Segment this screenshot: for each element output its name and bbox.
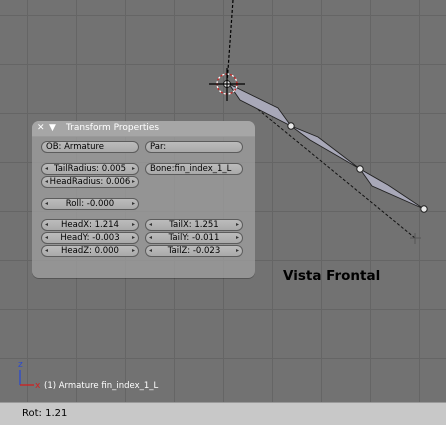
head-y-value: HeadY: -0.003 [60,233,120,243]
bone-3[interactable] [359,168,425,210]
tail-radius-field[interactable]: ◂ TailRadius: 0.005 ▸ [41,163,139,175]
decrement-arrow-icon[interactable]: ◂ [149,220,152,230]
bone-name-field[interactable]: Bone:fin_index_1_L [145,163,243,175]
panel-header[interactable]: ✕ ▼ Transform Properties [32,121,255,137]
increment-arrow-icon[interactable]: ▸ [132,177,135,187]
header-bar: Rot: 1.21 [0,402,446,425]
bone-2[interactable] [290,125,361,170]
increment-arrow-icon[interactable]: ▸ [132,164,135,174]
decrement-arrow-icon[interactable]: ◂ [45,233,48,243]
view-annotation-label: Vista Frontal [283,268,381,284]
decrement-arrow-icon[interactable]: ◂ [45,164,48,174]
tail-x-value: TailX: 1.251 [169,220,219,230]
increment-arrow-icon[interactable]: ▸ [236,220,239,230]
head-x-value: HeadX: 1.214 [61,220,119,230]
axis-gizmo: z x [18,360,41,391]
tail-y-value: TailY: -0.011 [168,233,220,243]
head-radius-value: HeadRadius: 0.006 [49,177,131,187]
increment-arrow-icon[interactable]: ▸ [132,233,135,243]
viewport-status-text: (1) Armature fin_index_1_L [44,381,159,391]
head-y-field[interactable]: ◂ HeadY: -0.003 ▸ [41,232,139,244]
transform-properties-panel[interactable]: ✕ ▼ Transform Properties OB: Armature Pa… [32,121,255,278]
parent-field[interactable]: Par: [145,141,243,153]
tail-z-value: TailZ: -0.023 [167,246,221,256]
axis-x-label: x [35,381,41,391]
increment-arrow-icon[interactable]: ▸ [236,246,239,256]
joint-tip[interactable] [420,205,428,213]
head-z-value: HeadZ: 0.000 [61,246,119,256]
triangle-down-icon[interactable]: ▼ [49,122,56,134]
bone-chain[interactable] [227,82,425,210]
panel-title: Transform Properties [66,123,160,133]
decrement-arrow-icon[interactable]: ◂ [45,199,48,209]
tail-y-field[interactable]: ◂ TailY: -0.011 ▸ [145,232,243,244]
roll-field[interactable]: ◂ Roll: -0.000 ▸ [41,198,139,210]
close-icon[interactable]: ✕ [37,122,45,134]
increment-arrow-icon[interactable]: ▸ [132,246,135,256]
decrement-arrow-icon[interactable]: ◂ [149,233,152,243]
increment-arrow-icon[interactable]: ▸ [236,233,239,243]
head-z-field[interactable]: ◂ HeadZ: 0.000 ▸ [41,245,139,257]
head-x-field[interactable]: ◂ HeadX: 1.214 ▸ [41,219,139,231]
increment-arrow-icon[interactable]: ▸ [132,220,135,230]
increment-arrow-icon[interactable]: ▸ [132,199,135,209]
rotation-readout: Rot: 1.21 [22,408,68,419]
decrement-arrow-icon[interactable]: ◂ [45,246,48,256]
decrement-arrow-icon[interactable]: ◂ [149,246,152,256]
target-cross [410,233,421,244]
head-radius-field[interactable]: ◂ HeadRadius: 0.006 ▸ [41,176,139,188]
vertical-guide-line [226,0,234,85]
3d-viewport[interactable]: z x ✕ ▼ Transform Properties OB: Armatur… [0,0,446,402]
joint-2[interactable] [287,122,295,130]
axis-z-label: z [18,360,23,370]
tail-z-field[interactable]: ◂ TailZ: -0.023 ▸ [145,245,243,257]
tail-x-field[interactable]: ◂ TailX: 1.251 ▸ [145,219,243,231]
decrement-arrow-icon[interactable]: ◂ [45,220,48,230]
decrement-arrow-icon[interactable]: ◂ [45,177,48,187]
joint-3[interactable] [356,165,364,173]
tail-radius-value: TailRadius: 0.005 [53,164,127,174]
bone-1[interactable] [227,82,292,127]
roll-value: Roll: -0.000 [65,199,115,209]
object-name-field[interactable]: OB: Armature [41,141,139,153]
